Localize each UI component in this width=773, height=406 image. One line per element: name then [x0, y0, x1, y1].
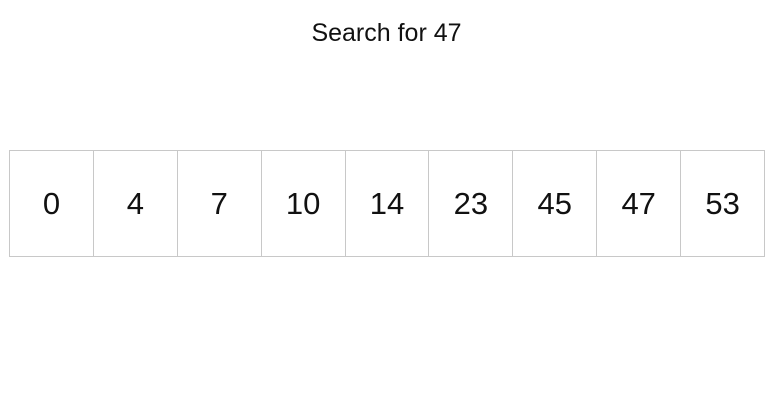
array-cell: 0	[10, 151, 94, 256]
array-cell: 47	[597, 151, 682, 256]
array-cell: 4	[94, 151, 178, 256]
array-cell: 7	[178, 151, 262, 256]
array-row: 0 4 7 10 14 23 45 47 53	[9, 150, 766, 257]
array-cell: 45	[513, 151, 598, 256]
array-cell: 14	[346, 151, 430, 256]
array-cell: 23	[429, 151, 514, 256]
array-cell: 53	[681, 151, 766, 256]
array-cell: 10	[262, 151, 346, 256]
search-title: Search for 47	[311, 19, 462, 47]
